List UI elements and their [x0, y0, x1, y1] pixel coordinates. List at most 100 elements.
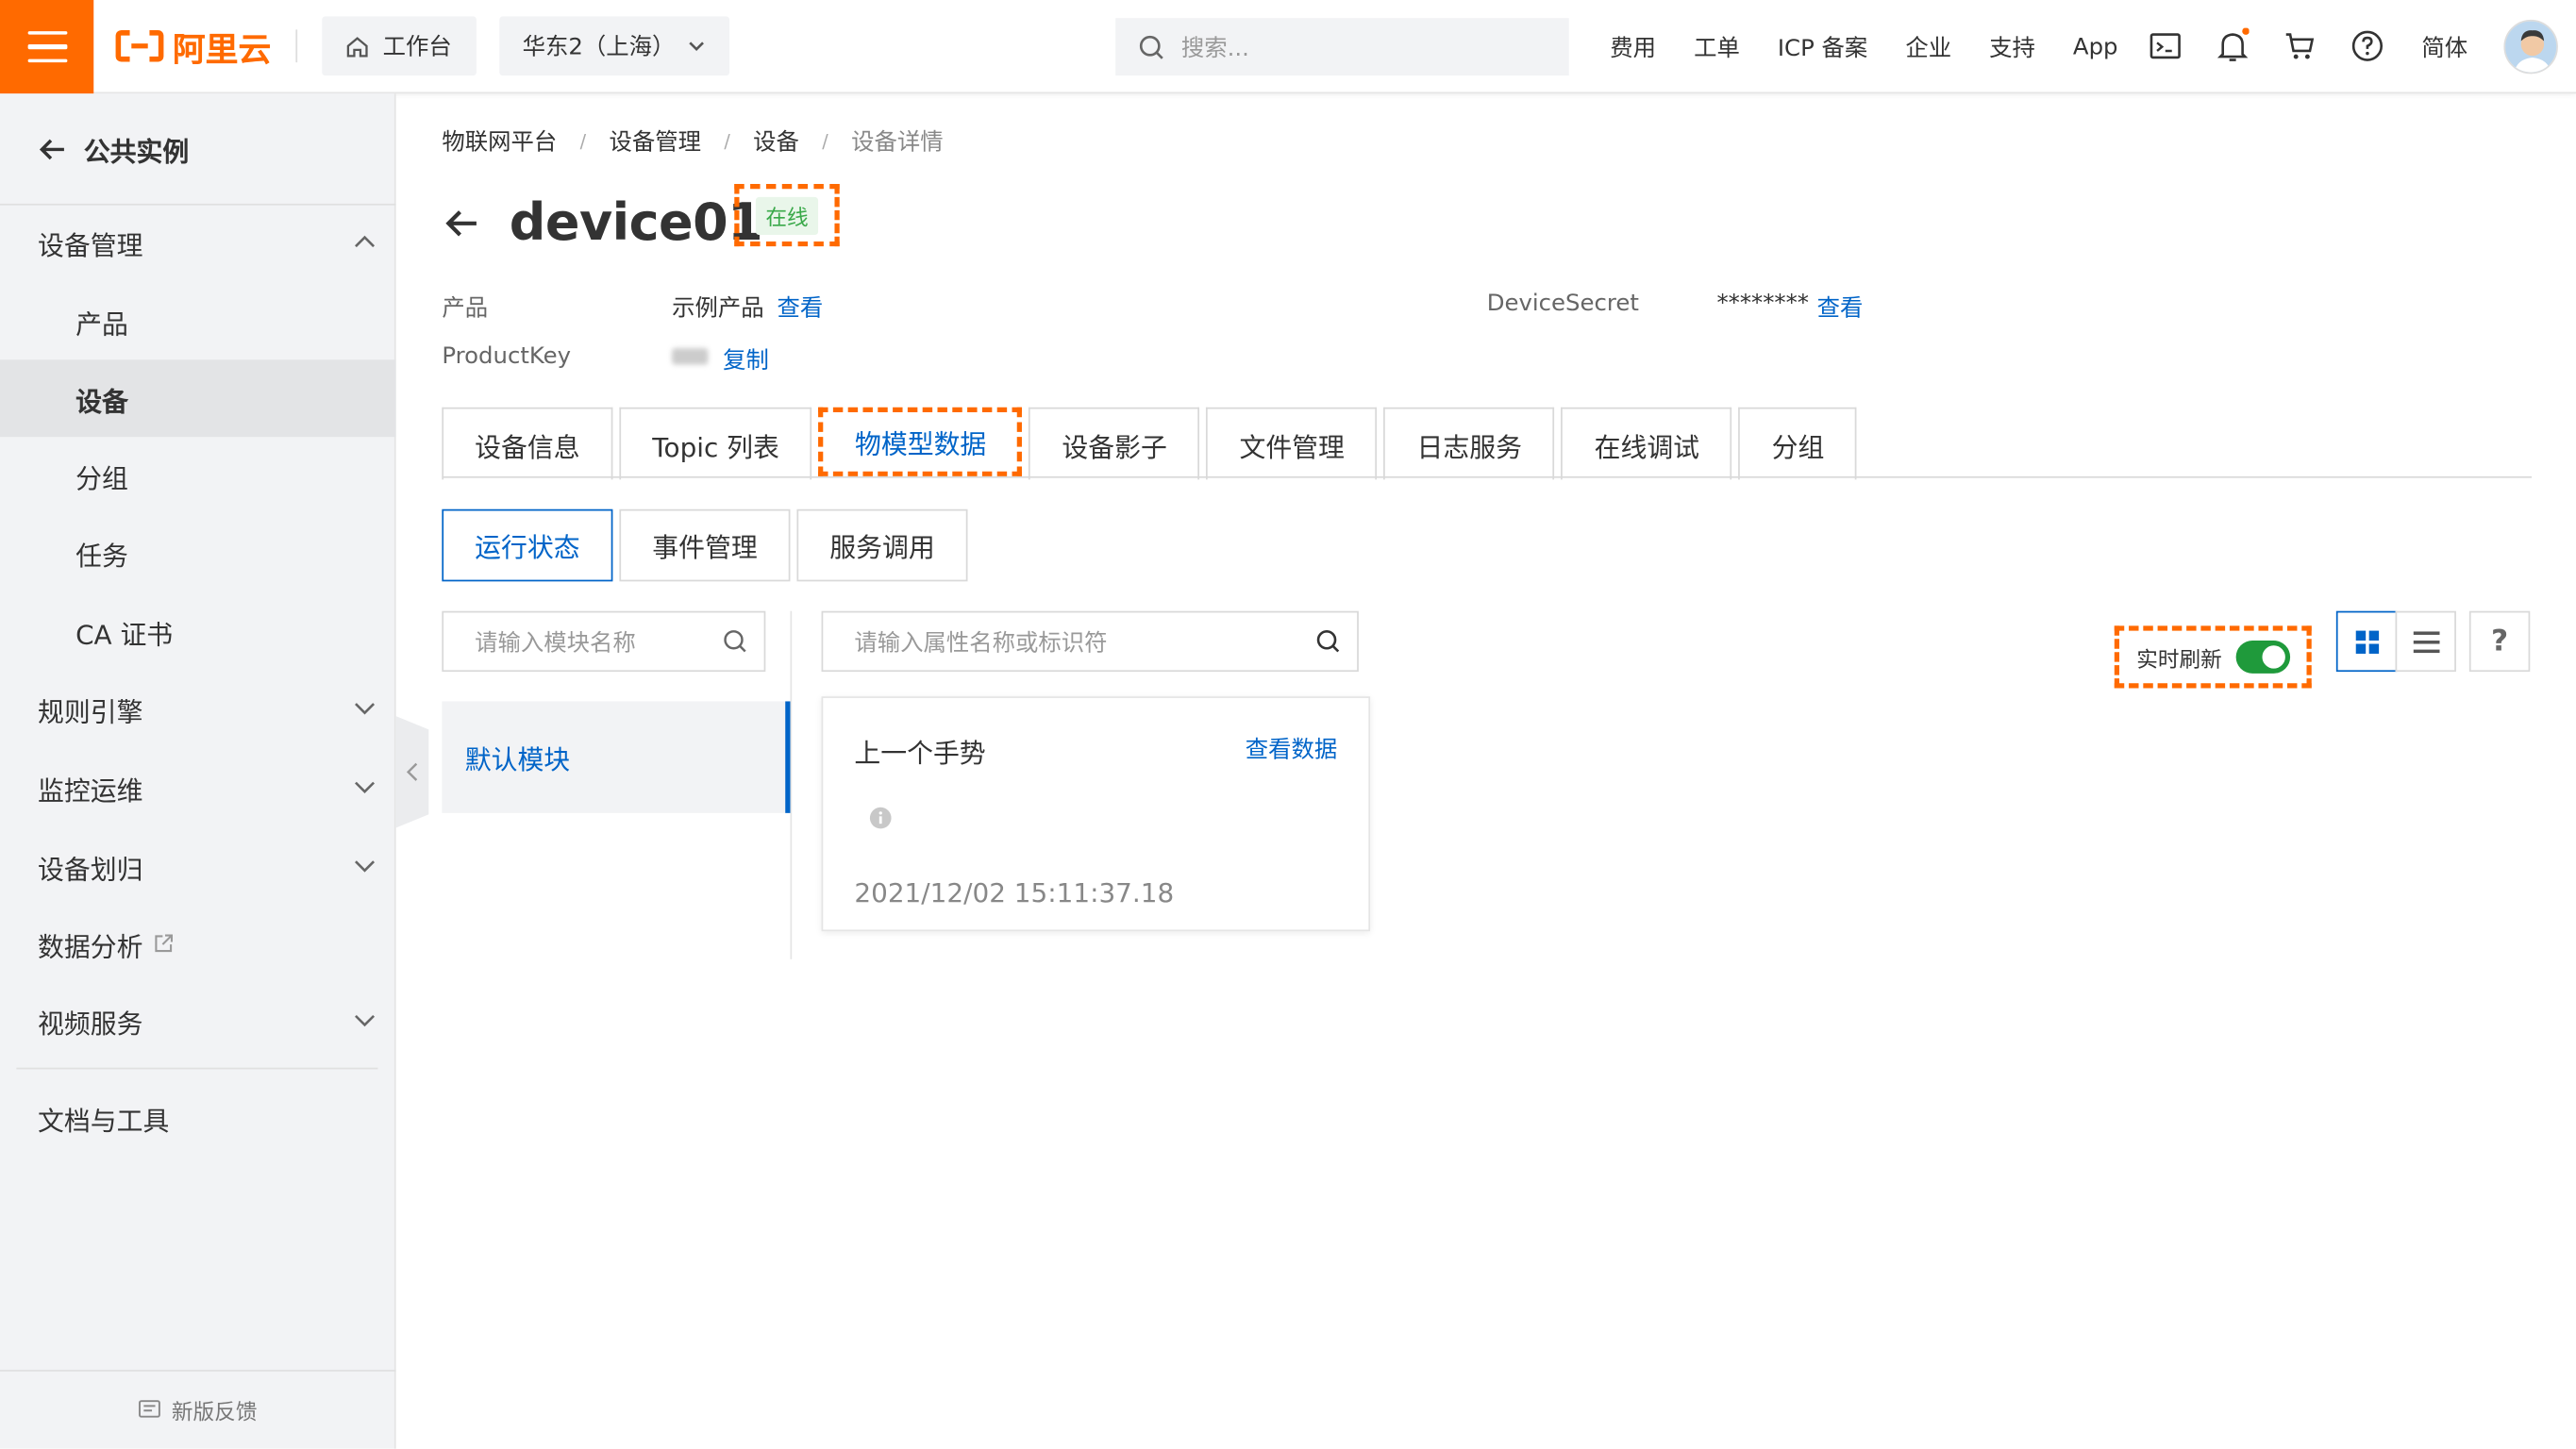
device-secret-value: ******** — [1716, 291, 1809, 318]
sidebar-item-ca-cert[interactable]: CA 证书 — [0, 593, 396, 671]
workbench-label: 工作台 — [382, 34, 452, 61]
chevron-up-icon — [355, 235, 376, 248]
divider — [295, 29, 298, 63]
user-avatar-icon — [2505, 21, 2557, 73]
page-title-row: device01 — [442, 193, 763, 254]
breadcrumb-item[interactable]: 设备 — [753, 125, 799, 158]
chevron-down-icon — [355, 860, 376, 873]
divider — [16, 1067, 378, 1070]
workbench-button[interactable]: 工作台 — [322, 16, 477, 76]
link-enterprise[interactable]: 企业 — [1905, 30, 1951, 63]
view-product-link[interactable]: 查看 — [778, 291, 824, 324]
sidebar-group-rules[interactable]: 规则引擎 — [0, 670, 396, 747]
search-icon[interactable] — [1316, 629, 1341, 654]
home-icon — [346, 36, 368, 57]
back-arrow-icon[interactable] — [442, 204, 481, 243]
sub-tabs: 运行状态 事件管理 服务调用 — [442, 508, 974, 582]
help-icon: ? — [2490, 624, 2509, 659]
menu-icon[interactable] — [0, 0, 94, 94]
language-switch[interactable]: 简体 — [2421, 0, 2467, 93]
subtab-event-mgmt[interactable]: 事件管理 — [619, 508, 791, 582]
subtab-service-call[interactable]: 服务调用 — [796, 508, 968, 582]
tab-file-mgmt[interactable]: 文件管理 — [1206, 407, 1378, 480]
chevron-down-icon — [689, 42, 705, 52]
sidebar-item-group[interactable]: 分组 — [0, 437, 396, 514]
cart-icon[interactable] — [2282, 28, 2317, 64]
sidebar-collapse-handle[interactable] — [395, 716, 429, 828]
status-text: 在线 — [755, 196, 819, 235]
tab-device-shadow[interactable]: 设备影子 — [1029, 407, 1200, 480]
back-to-instances-link[interactable]: 公共实例 — [38, 130, 189, 170]
chevron-down-icon — [355, 1014, 376, 1027]
module-item-default[interactable]: 默认模块 — [442, 701, 791, 813]
breadcrumb-item[interactable]: 物联网平台 — [442, 125, 557, 158]
realtime-refresh-toggle[interactable] — [2234, 641, 2290, 674]
status-badge: 在线 — [734, 184, 840, 247]
avatar[interactable] — [2503, 19, 2558, 75]
module-search-placeholder: 请输入模块名称 — [475, 629, 636, 657]
link-billing[interactable]: 费用 — [1610, 30, 1656, 63]
realtime-refresh-control: 实时刷新 — [2114, 625, 2312, 689]
sidebar-item-product[interactable]: 产品 — [0, 282, 396, 359]
sidebar: 公共实例 设备管理 产品 设备 分组 任务 CA 证书 规则引擎 监控运维 设备… — [0, 93, 396, 1449]
tab-group[interactable]: 分组 — [1738, 407, 1858, 480]
feedback-button[interactable]: 新版反馈 — [0, 1370, 396, 1449]
brand-logo[interactable]: 阿里云 — [115, 23, 271, 69]
subtab-runtime-status[interactable]: 运行状态 — [442, 508, 613, 582]
global-search-input[interactable]: 搜索... — [1115, 18, 1569, 76]
link-support[interactable]: 支持 — [1989, 30, 2035, 63]
breadcrumb-separator: / — [724, 130, 730, 153]
sidebar-item-device[interactable]: 设备 — [0, 359, 396, 438]
view-data-link[interactable]: 查看数据 — [1246, 733, 1338, 766]
property-name: 上一个手势 — [854, 737, 986, 769]
sidebar-item-label: 规则引擎 — [38, 695, 143, 727]
sidebar-group-monitor[interactable]: 监控运维 — [0, 749, 396, 826]
sidebar-item-label: 设备 — [75, 385, 128, 417]
help-button[interactable]: ? — [2468, 610, 2531, 673]
productkey-label: ProductKey — [442, 342, 572, 370]
grid-view-button[interactable] — [2335, 610, 2398, 673]
device-secret-label: DeviceSecret — [1486, 291, 1639, 318]
back-label: 公共实例 — [83, 136, 190, 168]
sidebar-item-label: 分组 — [75, 462, 128, 494]
module-search-input[interactable]: 请输入模块名称 — [442, 610, 766, 673]
tab-topic-list[interactable]: Topic 列表 — [619, 407, 812, 480]
external-link-icon — [155, 934, 174, 953]
link-ticket[interactable]: 工单 — [1694, 30, 1740, 63]
terminal-icon[interactable] — [2148, 28, 2183, 64]
language-label: 简体 — [2421, 35, 2468, 62]
bell-icon[interactable] — [2215, 27, 2250, 64]
link-app[interactable]: App — [2073, 34, 2118, 60]
sidebar-item-label: 监控运维 — [38, 774, 143, 807]
page-title: device01 — [509, 193, 763, 254]
chevron-down-icon — [355, 781, 376, 794]
list-view-button[interactable] — [2395, 610, 2456, 673]
attribute-search-input[interactable]: 请输入属性名称或标识符 — [821, 610, 1359, 673]
tab-log-service[interactable]: 日志服务 — [1383, 407, 1555, 480]
breadcrumb-item[interactable]: 设备管理 — [609, 125, 701, 158]
attribute-search-placeholder: 请输入属性名称或标识符 — [854, 629, 1108, 657]
sidebar-item-docs[interactable]: 文档与工具 — [0, 1079, 396, 1157]
breadcrumb-current: 设备详情 — [851, 129, 944, 157]
tab-online-debug[interactable]: 在线调试 — [1561, 407, 1732, 480]
search-icon — [1139, 34, 1163, 58]
top-navbar: 阿里云 工作台 华东2（上海） 搜索... 费用 工单 ICP 备案 企业 支持… — [0, 0, 2576, 94]
view-secret-link[interactable]: 查看 — [1817, 291, 1864, 324]
sidebar-item-data-analysis[interactable]: 数据分析 — [0, 905, 396, 982]
info-icon[interactable] — [869, 807, 892, 829]
property-card: 上一个手势 查看数据 2021/12/02 15:11:37.18 — [821, 696, 1371, 932]
help-circle-icon[interactable] — [2350, 28, 2385, 64]
tab-device-info[interactable]: 设备信息 — [442, 407, 613, 480]
region-select[interactable]: 华东2（上海） — [499, 16, 730, 76]
sidebar-group-device-assign[interactable]: 设备划归 — [0, 828, 396, 906]
sidebar-item-task[interactable]: 任务 — [0, 514, 396, 591]
link-icp[interactable]: ICP 备案 — [1778, 30, 1867, 63]
sidebar-group-video[interactable]: 视频服务 — [0, 982, 396, 1059]
realtime-label: 实时刷新 — [2136, 647, 2222, 673]
copy-productkey-link[interactable]: 复制 — [723, 343, 769, 376]
sidebar-group-device-mgmt[interactable]: 设备管理 — [0, 204, 396, 281]
brand-name: 阿里云 — [172, 28, 272, 69]
search-icon[interactable] — [723, 629, 747, 654]
tab-thing-model-data[interactable]: 物模型数据 — [818, 407, 1023, 476]
property-timestamp: 2021/12/02 15:11:37.18 — [854, 876, 1175, 908]
